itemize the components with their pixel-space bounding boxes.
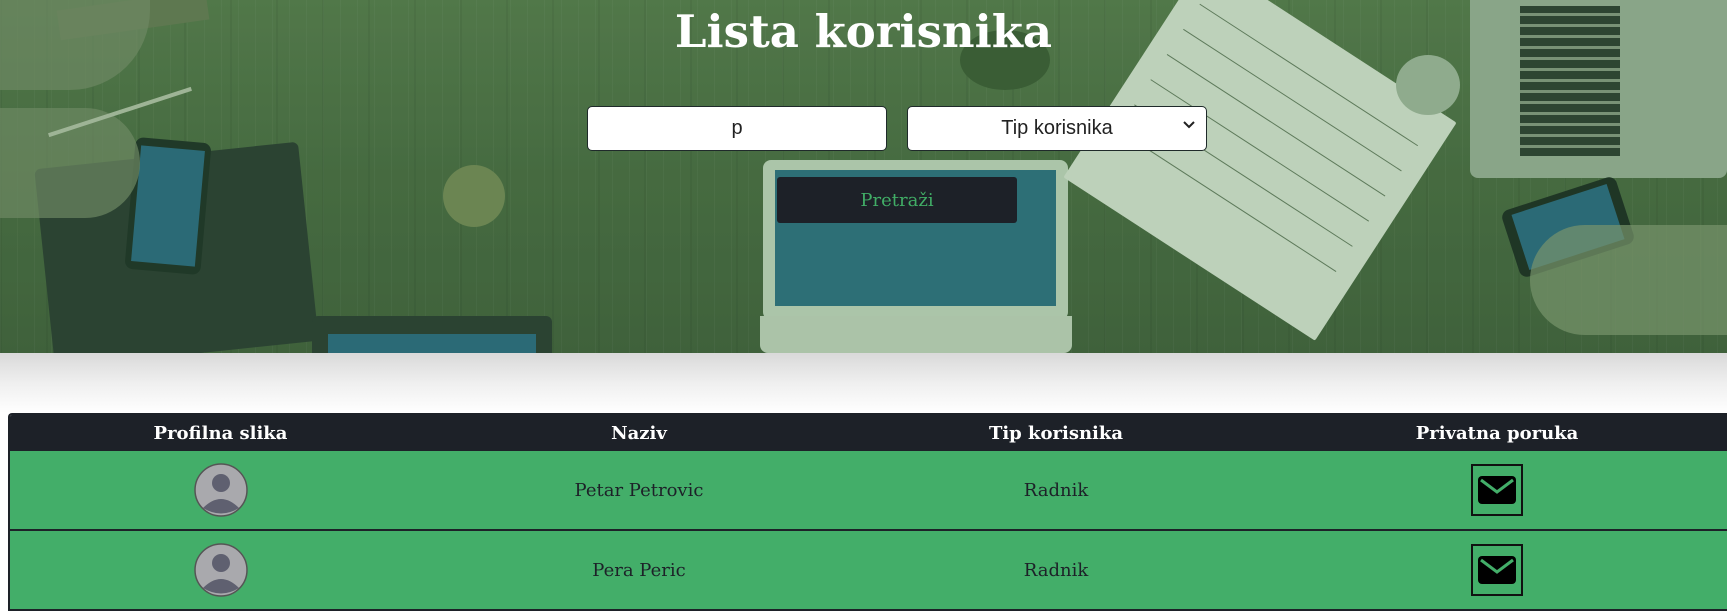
user-avatar-icon[interactable]	[193, 463, 248, 517]
user-type-select[interactable]: Tip korisnika	[907, 106, 1207, 151]
table-header: Profilna slika Naziv Tip korisnika Priva…	[10, 415, 1727, 451]
table-row: Petar Petrovic Radnik	[10, 451, 1727, 531]
search-button[interactable]: Pretraži	[777, 177, 1017, 223]
table-row: Pera Peric Radnik	[10, 531, 1727, 611]
user-avatar-icon[interactable]	[193, 543, 248, 597]
column-header-name: Naziv	[611, 422, 667, 444]
column-header-profile-picture: Profilna slika	[153, 422, 288, 444]
user-type: Radnik	[1023, 559, 1089, 581]
user-type-select-value: Tip korisnika	[1001, 117, 1113, 139]
message-cell	[1265, 451, 1727, 529]
message-cell	[1265, 531, 1727, 609]
avatar-cell	[10, 531, 431, 609]
column-header-private-message: Privatna poruka	[1415, 422, 1579, 444]
section-divider	[0, 353, 1727, 413]
user-name: Pera Peric	[592, 559, 686, 581]
user-type: Radnik	[1023, 479, 1089, 501]
page-title: Lista korisnika	[674, 5, 1053, 58]
column-header-user-type: Tip korisnika	[988, 422, 1124, 444]
hero-banner: Lista korisnika Tip korisnika Pretraži	[0, 0, 1727, 353]
chevron-down-icon	[1183, 121, 1195, 129]
envelope-icon	[1478, 556, 1516, 584]
envelope-icon	[1478, 476, 1516, 504]
users-table: Profilna slika Naziv Tip korisnika Priva…	[8, 413, 1727, 611]
avatar-cell	[10, 451, 431, 529]
user-name: Petar Petrovic	[574, 479, 704, 501]
search-input[interactable]	[587, 106, 887, 151]
private-message-button[interactable]	[1471, 544, 1523, 596]
private-message-button[interactable]	[1471, 464, 1523, 516]
